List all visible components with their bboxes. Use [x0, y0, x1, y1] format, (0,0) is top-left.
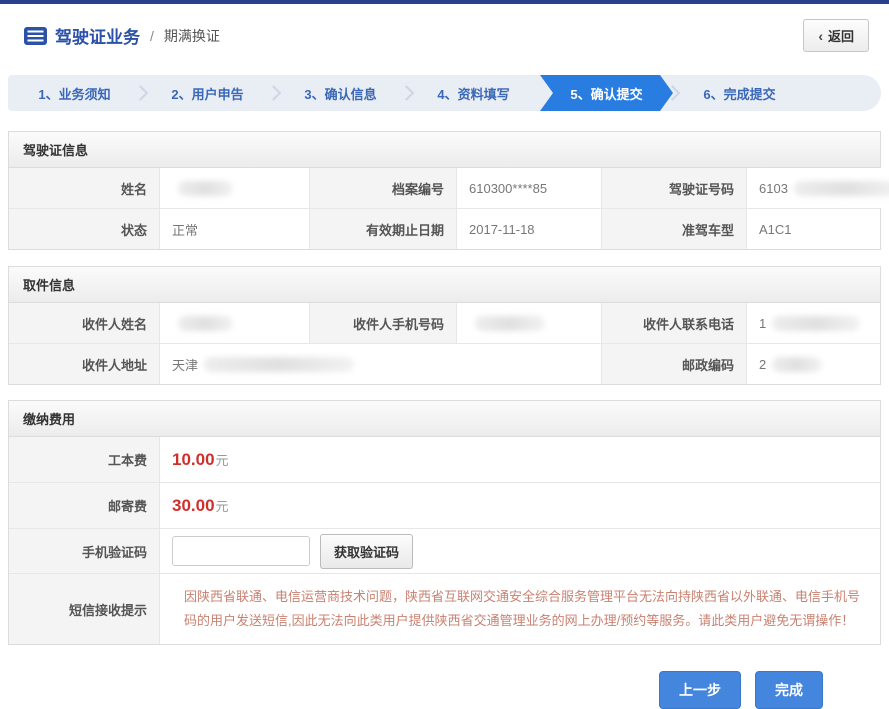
file-number-label: 档案编号	[309, 168, 456, 208]
vehicle-class-value: A1C1	[746, 209, 880, 249]
step-wizard: 1、业务须知 2、用户申告 3、确认信息 4、资料填写 5、确认提交 6、完成提…	[8, 75, 881, 111]
file-number-value: 610300****85	[456, 168, 601, 208]
fees-section: 缴纳费用 工本费 10.00 元 邮寄费 30.00 元 手机验证码 获取验证码…	[8, 400, 881, 645]
step-label: 5、确认提交	[570, 84, 642, 103]
table-row: 工本费 10.00 元	[9, 437, 880, 482]
postal-code-label: 邮政编码	[601, 344, 746, 384]
back-button[interactable]: ‹ 返回	[803, 19, 869, 52]
currency-unit: 元	[216, 450, 229, 469]
name-label: 姓名	[9, 168, 159, 208]
step-4-fill-data[interactable]: 4、资料填写	[407, 75, 540, 111]
step-6-complete[interactable]: 6、完成提交	[673, 75, 806, 111]
vehicle-class-label: 准驾车型	[601, 209, 746, 249]
sms-notice-text: 因陕西省联通、电信运营商技术问题，陕西省互联网交通安全综合服务管理平台无法向持陕…	[172, 575, 880, 643]
table-row: 状态 正常 有效期止日期 2017-11-18 准驾车型 A1C1	[9, 208, 880, 249]
redacted-blur	[204, 357, 354, 372]
table-row: 邮寄费 30.00 元	[9, 482, 880, 528]
redacted-blur	[178, 316, 233, 331]
postage-fee-amount: 30.00	[172, 496, 215, 516]
recipient-address-prefix: 天津	[172, 355, 198, 374]
production-fee-value: 10.00 元	[159, 437, 880, 482]
sms-code-input[interactable]	[172, 536, 310, 566]
redacted-blur	[772, 316, 860, 331]
license-number-value: 6103 (	[746, 168, 889, 208]
postage-fee-value: 30.00 元	[159, 483, 880, 528]
previous-step-button[interactable]: 上一步	[659, 671, 741, 709]
step-label: 2、用户申告	[171, 84, 243, 103]
redacted-blur	[794, 181, 889, 196]
step-label: 6、完成提交	[703, 84, 775, 103]
sms-code-cell: 获取验证码	[159, 529, 880, 573]
breadcrumb-divider: /	[150, 28, 154, 44]
recipient-address-value: 天津	[159, 344, 601, 384]
page-title: 驾驶证业务	[55, 23, 140, 48]
step-3-confirm-info[interactable]: 3、确认信息	[274, 75, 407, 111]
license-info-section: 驾驶证信息 姓名 档案编号 610300****85 驾驶证号码 6103 ( …	[8, 131, 881, 250]
redacted-blur	[178, 181, 233, 196]
expiry-value: 2017-11-18	[456, 209, 601, 249]
step-label: 3、确认信息	[304, 84, 376, 103]
table-row: 收件人地址 天津 邮政编码 2	[9, 343, 880, 384]
finish-button[interactable]: 完成	[755, 671, 823, 709]
redacted-blur	[772, 357, 822, 372]
step-1-notice[interactable]: 1、业务须知	[8, 75, 141, 111]
postal-code-value: 2	[746, 344, 880, 384]
footer-actions: 上一步 完成	[0, 645, 889, 709]
section-title: 缴纳费用	[9, 401, 880, 437]
production-fee-amount: 10.00	[172, 450, 215, 470]
postage-fee-label: 邮寄费	[9, 483, 159, 528]
get-sms-code-button[interactable]: 获取验证码	[320, 534, 413, 569]
section-title: 驾驶证信息	[9, 132, 880, 168]
recipient-tel-label: 收件人联系电话	[601, 303, 746, 343]
back-button-label: 返回	[828, 26, 854, 45]
license-number-prefix: 6103	[759, 181, 788, 196]
recipient-tel-value: 1	[746, 303, 880, 343]
table-row: 姓名 档案编号 610300****85 驾驶证号码 6103 (	[9, 168, 880, 208]
recipient-name-label: 收件人姓名	[9, 303, 159, 343]
currency-unit: 元	[216, 496, 229, 515]
back-arrow-icon: ‹	[818, 28, 823, 44]
recipient-mobile-value	[456, 303, 601, 343]
sms-notice-cell: 因陕西省联通、电信运营商技术问题，陕西省互联网交通安全综合服务管理平台无法向持陕…	[159, 574, 880, 644]
step-label: 4、资料填写	[437, 84, 509, 103]
list-icon	[24, 27, 47, 45]
production-fee-label: 工本费	[9, 437, 159, 482]
recipient-name-value	[159, 303, 309, 343]
recipient-mobile-label: 收件人手机号码	[309, 303, 456, 343]
step-2-declaration[interactable]: 2、用户申告	[141, 75, 274, 111]
step-bar-filler	[806, 75, 881, 111]
page-header: 驾驶证业务 / 期满换证 ‹ 返回	[0, 4, 889, 65]
pickup-info-section: 取件信息 收件人姓名 收件人手机号码 收件人联系电话 1 收件人地址 天津 邮政…	[8, 266, 881, 385]
postal-code-prefix: 2	[759, 357, 766, 372]
table-row: 收件人姓名 收件人手机号码 收件人联系电话 1	[9, 303, 880, 343]
redacted-blur	[475, 316, 545, 331]
breadcrumb-current: 期满换证	[164, 26, 220, 46]
license-number-label: 驾驶证号码	[601, 168, 746, 208]
section-title: 取件信息	[9, 267, 880, 303]
step-label: 1、业务须知	[38, 84, 110, 103]
expiry-label: 有效期止日期	[309, 209, 456, 249]
step-5-confirm-submit-active[interactable]: 5、确认提交	[540, 75, 673, 111]
recipient-address-label: 收件人地址	[9, 344, 159, 384]
sms-code-label: 手机验证码	[9, 529, 159, 573]
status-label: 状态	[9, 209, 159, 249]
name-value	[159, 168, 309, 208]
recipient-tel-prefix: 1	[759, 316, 766, 331]
sms-notice-label: 短信接收提示	[9, 574, 159, 644]
table-row: 短信接收提示 因陕西省联通、电信运营商技术问题，陕西省互联网交通安全综合服务管理…	[9, 573, 880, 644]
table-row: 手机验证码 获取验证码	[9, 528, 880, 573]
status-value: 正常	[159, 209, 309, 249]
